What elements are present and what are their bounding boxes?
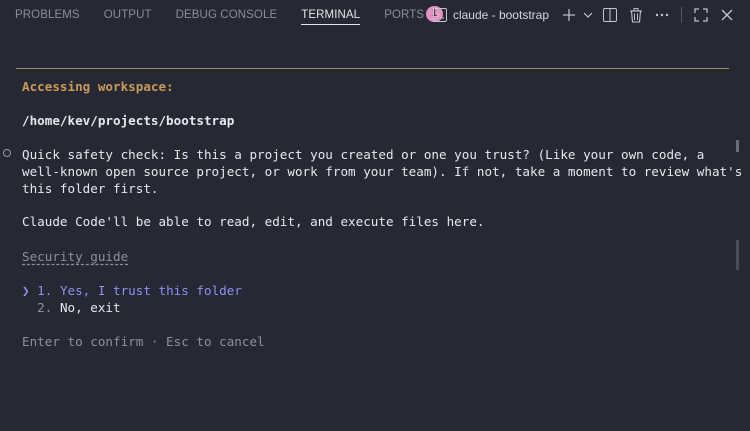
permission-notice: Claude Code'll be able to read, edit, an… <box>22 214 485 229</box>
security-guide-link[interactable]: Security guide <box>22 248 128 265</box>
scrollbar-marker <box>736 140 739 152</box>
option-1-label: Yes, I trust this folder <box>59 283 242 298</box>
option-trust-folder[interactable]: ❯ 1. Yes, I trust this folder <box>22 282 242 299</box>
keyboard-hint: Enter to confirm · Esc to cancel <box>22 334 265 349</box>
option-2-number: 2. <box>22 300 53 315</box>
safety-check-line-3: this folder first. <box>22 181 159 196</box>
safety-check-line-2: well-known open source project, or work … <box>22 164 750 179</box>
workspace-path: /home/kev/projects/bootstrap <box>22 113 235 128</box>
workspace-heading: Accessing workspace: <box>22 79 174 94</box>
option-1-number: ❯ 1. <box>22 283 53 298</box>
terminal-output[interactable]: Accessing workspace: /home/kev/projects/… <box>22 0 750 349</box>
option-2-label: No, exit <box>59 300 121 315</box>
scrollbar-thumb[interactable] <box>736 240 739 270</box>
option-exit[interactable]: 2. No, exit <box>22 299 121 316</box>
safety-check-line-1: Quick safety check: Is this a project yo… <box>22 147 705 162</box>
command-decoration-icon <box>3 149 11 157</box>
